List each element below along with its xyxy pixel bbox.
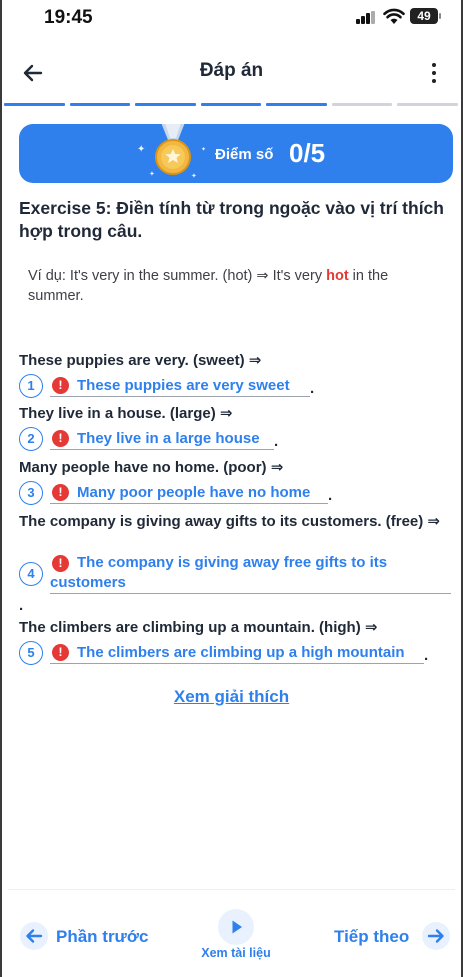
wifi-icon bbox=[383, 8, 405, 24]
progress-segment bbox=[266, 103, 327, 106]
answer-row: 4 ! The company is giving away free gift… bbox=[19, 551, 451, 601]
score-value: 0/5 bbox=[289, 138, 326, 168]
progress-segment bbox=[331, 103, 393, 106]
answer-underline bbox=[50, 449, 274, 450]
progress-segment bbox=[4, 103, 65, 106]
view-explanation-link[interactable]: Xem giải thích bbox=[0, 687, 463, 707]
signal-icon bbox=[356, 11, 376, 24]
answer-row: 1 ! These puppies are very sweet . bbox=[19, 374, 451, 400]
sparkle-icon: ✦ bbox=[137, 144, 146, 155]
arrow-left-icon bbox=[20, 922, 48, 950]
answer-underline bbox=[50, 396, 310, 397]
answer-period: . bbox=[274, 433, 279, 450]
answer-text: Many poor people have no home bbox=[77, 484, 311, 501]
question-prompt: Many people have no home. (poor) ⇒ bbox=[19, 459, 284, 476]
bottom-divider bbox=[8, 889, 455, 890]
progress-segment bbox=[135, 103, 196, 106]
score-label: Điểm số bbox=[215, 146, 274, 163]
score-banner: ✦ ✦ ✦ ✦ Điểm số 0/5 bbox=[19, 124, 453, 183]
error-icon: ! bbox=[52, 644, 69, 661]
arrow-right-icon bbox=[422, 922, 450, 950]
answer-row: 2 ! They live in a large house . bbox=[19, 427, 451, 453]
answer-row: 5 ! The climbers are climbing up a high … bbox=[19, 641, 451, 667]
status-time: 19:45 bbox=[44, 7, 93, 28]
answer-underline bbox=[50, 663, 424, 664]
question-prompt: The company is giving away gifts to its … bbox=[19, 513, 440, 530]
progress-segment bbox=[397, 103, 458, 106]
question-number: 3 bbox=[19, 481, 43, 505]
page-title: Đáp án bbox=[199, 60, 264, 81]
progress-bar bbox=[2, 103, 461, 107]
sparkle-icon: ✦ bbox=[201, 147, 207, 153]
question-number: 1 bbox=[19, 374, 43, 398]
error-icon: ! bbox=[52, 377, 69, 394]
example-highlight: hot bbox=[326, 268, 349, 284]
question-prompt: They live in a house. (large) ⇒ bbox=[19, 405, 233, 422]
question-number: 4 bbox=[19, 562, 43, 586]
play-button[interactable] bbox=[218, 909, 254, 945]
answer-text-continued: customers bbox=[50, 574, 126, 591]
medal-icon bbox=[155, 124, 191, 175]
question-prompt: These puppies are very. (sweet) ⇒ bbox=[19, 352, 262, 369]
next-label: Tiếp theo bbox=[334, 927, 410, 946]
battery-icon: 49 bbox=[410, 8, 438, 24]
exercise-title: Exercise 5: Điền tính từ trong ngoặc vào… bbox=[19, 198, 444, 241]
answer-row: 3 ! Many poor people have no home . bbox=[19, 481, 451, 507]
answer-period: . bbox=[328, 487, 333, 504]
answer-text: The company is giving away free gifts to… bbox=[77, 554, 388, 571]
view-materials-label[interactable]: Xem tài liệu bbox=[190, 946, 282, 960]
progress-segment bbox=[200, 103, 262, 106]
question-number: 5 bbox=[19, 641, 43, 665]
answer-period: . bbox=[424, 647, 429, 664]
answer-underline bbox=[50, 593, 451, 594]
error-icon: ! bbox=[52, 555, 69, 572]
previous-section-label: Phần trước bbox=[56, 927, 149, 946]
answer-text: The climbers are climbing up a high moun… bbox=[77, 644, 405, 661]
answer-text: They live in a large house bbox=[77, 430, 260, 447]
progress-segment bbox=[69, 103, 131, 106]
question-prompt: The climbers are climbing up a mountain.… bbox=[19, 619, 378, 636]
error-icon: ! bbox=[52, 484, 69, 501]
status-bar: 19:45 49 bbox=[0, 0, 463, 36]
answer-period: . bbox=[310, 380, 315, 397]
example-prefix: Ví dụ: It's very in the summer. (hot) ⇒ … bbox=[28, 268, 327, 284]
answer-text: These puppies are very sweet bbox=[77, 377, 290, 394]
app-header: Đáp án bbox=[0, 48, 463, 96]
answer-period: . bbox=[19, 597, 24, 614]
question-number: 2 bbox=[19, 427, 43, 451]
play-icon bbox=[232, 920, 242, 934]
answer-underline bbox=[50, 503, 328, 504]
battery-cap bbox=[439, 13, 441, 19]
next-button[interactable]: Tiếp theo bbox=[334, 922, 452, 952]
more-options-icon[interactable] bbox=[424, 60, 444, 86]
error-icon: ! bbox=[52, 430, 69, 447]
example-text: Ví dụ: It's very in the summer. (hot) ⇒ … bbox=[28, 266, 443, 306]
